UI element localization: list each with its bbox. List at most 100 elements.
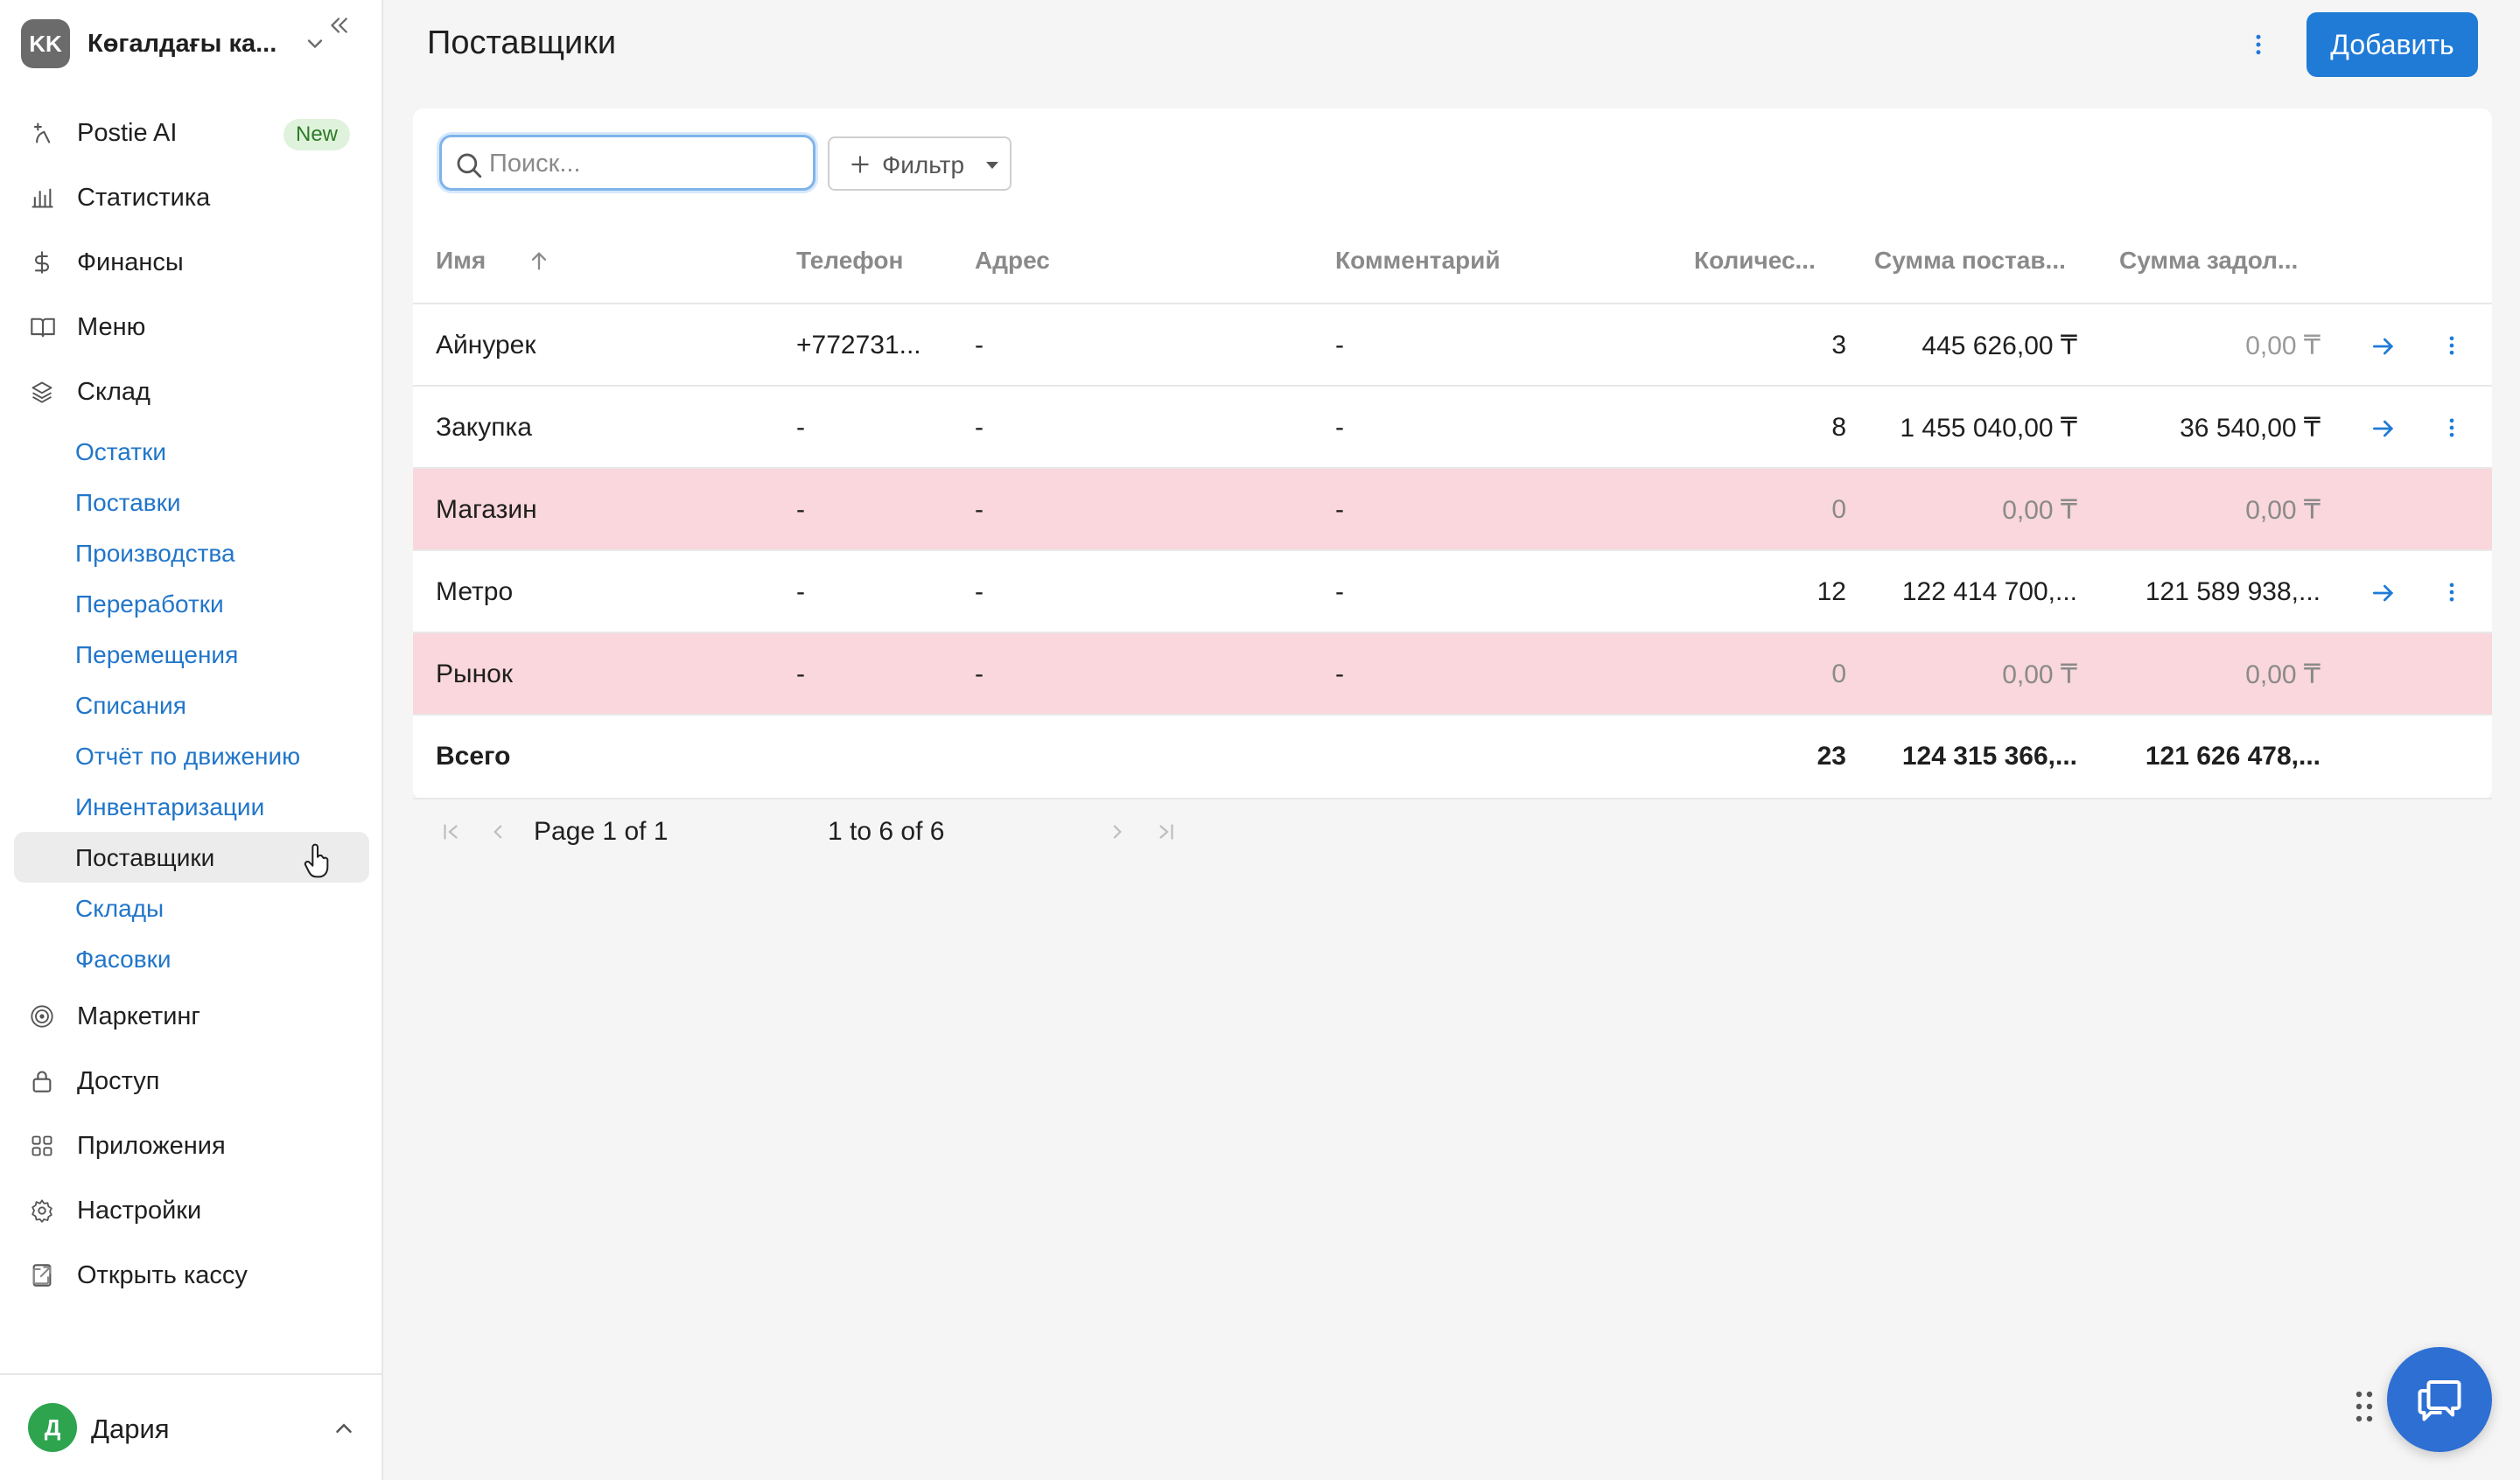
more-vertical-icon[interactable] xyxy=(2440,577,2464,607)
prev-page-icon[interactable] xyxy=(486,820,509,843)
subnav-label: Фасовки xyxy=(75,946,172,973)
search-box[interactable] xyxy=(439,135,816,191)
search-input[interactable] xyxy=(489,146,804,181)
cell-address: - xyxy=(975,495,984,524)
cell-comment: - xyxy=(1335,660,1344,688)
column-header-phone[interactable]: Телефон xyxy=(796,247,903,275)
table-row[interactable]: Рынок - - - 0 0,00 ₸ 0,00 ₸ xyxy=(413,632,2492,714)
cell-comment: - xyxy=(1335,413,1344,442)
subnav-item-processing[interactable]: Переработки xyxy=(14,578,369,629)
collapse-sidebar-icon[interactable] xyxy=(326,12,352,38)
table-row[interactable]: Закупка - - - 8 1 455 040,00 ₸ 36 540,00… xyxy=(413,385,2492,467)
grid-icon xyxy=(30,1134,54,1158)
book-icon xyxy=(30,315,55,339)
subnav-item-warehouses[interactable]: Склады xyxy=(14,883,369,933)
column-header-name[interactable]: Имя xyxy=(436,247,547,275)
current-page: 1 xyxy=(602,817,618,846)
subnav-item-stock[interactable]: Остатки xyxy=(14,426,369,477)
add-button[interactable]: Добавить xyxy=(2306,12,2478,77)
cell-debt-sum: 0,00 ₸ xyxy=(2245,660,2320,689)
column-header-count[interactable]: Количес... xyxy=(1694,247,1816,275)
sidebar-item-marketing[interactable]: Маркетинг xyxy=(14,990,369,1043)
cell-phone: - xyxy=(796,660,805,688)
cell-supply-sum: 0,00 ₸ xyxy=(2002,660,2077,689)
hand-cursor-icon xyxy=(303,841,332,880)
external-link-icon xyxy=(30,1263,54,1288)
subnav-item-inventory[interactable]: Инвентаризации xyxy=(14,781,369,832)
page-indicator: Page 1 of 1 xyxy=(534,817,668,847)
subnav-item-transfers[interactable]: Перемещения xyxy=(14,629,369,680)
column-header-supply-sum[interactable]: Сумма постав... xyxy=(1874,247,2066,275)
more-vertical-icon[interactable] xyxy=(2440,413,2464,443)
total-supply-sum: 124 315 366,... xyxy=(1901,742,2077,771)
cell-comment: - xyxy=(1335,331,1344,360)
sidebar-item-label: Статистика xyxy=(77,183,211,212)
pagination: Page 1 of 1 1 to 6 of 6 xyxy=(413,803,1288,855)
arrow-right-icon[interactable] xyxy=(2370,579,2398,607)
arrow-right-icon[interactable] xyxy=(2370,332,2398,360)
user-menu[interactable]: Д Дария xyxy=(0,1373,383,1480)
more-vertical-icon[interactable] xyxy=(2440,331,2464,360)
sidebar-item-menu[interactable]: Меню xyxy=(14,301,369,353)
last-page-icon[interactable] xyxy=(1155,820,1178,843)
gear-icon xyxy=(30,1198,54,1223)
sidebar-item-postie-ai[interactable]: Postie AI New xyxy=(14,107,369,159)
next-page-icon[interactable] xyxy=(1106,820,1129,843)
sidebar-item-warehouse[interactable]: Склад xyxy=(14,366,369,418)
subnav-label: Поставки xyxy=(75,489,181,516)
chat-button[interactable] xyxy=(2387,1347,2492,1452)
table-row[interactable]: Айнурек +772731... - - 3 445 626,00 ₸ 0,… xyxy=(413,303,2492,385)
sidebar-item-access[interactable]: Доступ xyxy=(14,1055,369,1107)
total-pages: 1 xyxy=(653,817,668,846)
cell-phone: - xyxy=(796,413,805,442)
filter-button[interactable]: Фильтр xyxy=(828,136,1012,191)
caret-down-icon xyxy=(985,161,999,170)
subnav-label: Перемещения xyxy=(75,641,239,668)
chevron-up-icon[interactable] xyxy=(331,1415,357,1442)
cell-count: 3 xyxy=(1831,331,1846,360)
sidebar-item-settings[interactable]: Настройки xyxy=(14,1184,369,1237)
cell-count: 0 xyxy=(1831,660,1846,688)
column-header-debt-sum[interactable]: Сумма задол... xyxy=(2119,247,2298,275)
sidebar-item-finance[interactable]: Финансы xyxy=(14,236,369,289)
subnav-item-packaging[interactable]: Фасовки xyxy=(14,933,369,984)
cell-name: Айнурек xyxy=(436,331,536,360)
column-header-comment[interactable]: Комментарий xyxy=(1335,247,1501,275)
cell-comment: - xyxy=(1335,577,1344,606)
subnav-label: Списания xyxy=(75,692,186,719)
first-page-icon[interactable] xyxy=(439,820,462,843)
total-count: 23 xyxy=(1816,742,1846,771)
table-row[interactable]: Метро - - - 12 122 414 700,... 121 589 9… xyxy=(413,549,2492,632)
sidebar-item-statistics[interactable]: Статистика xyxy=(14,171,369,224)
layers-icon xyxy=(30,380,54,404)
subnav-item-writeoffs[interactable]: Списания xyxy=(14,680,369,730)
range-indicator: 1 to 6 of 6 xyxy=(828,817,945,846)
sidebar-item-apps[interactable]: Приложения xyxy=(14,1120,369,1172)
drag-handle-icon[interactable] xyxy=(2354,1389,2375,1424)
table-row[interactable]: Магазин - - - 0 0,00 ₸ 0,00 ₸ xyxy=(413,467,2492,549)
subnav-label: Поставщики xyxy=(75,844,215,871)
arrow-right-icon[interactable] xyxy=(2370,415,2398,443)
chevron-down-icon[interactable] xyxy=(303,31,327,56)
sidebar-item-open-register[interactable]: Открыть кассу xyxy=(14,1249,369,1302)
sidebar-item-label: Финансы xyxy=(77,248,184,276)
cell-phone: - xyxy=(796,495,805,524)
bar-chart-icon xyxy=(30,185,54,210)
more-vertical-icon[interactable] xyxy=(2245,30,2272,59)
org-switcher[interactable]: KK Көгалдағы ка... xyxy=(21,19,362,68)
subnav-item-production[interactable]: Производства xyxy=(14,527,369,578)
sidebar-item-label: Postie AI xyxy=(77,118,178,147)
column-header-address[interactable]: Адрес xyxy=(975,247,1050,275)
subnav-item-supplies[interactable]: Поставки xyxy=(14,477,369,527)
user-avatar: Д xyxy=(28,1403,77,1452)
sidebar: KK Көгалдағы ка... Postie AI New Статист… xyxy=(0,0,383,1480)
cell-name: Закупка xyxy=(436,413,532,442)
cell-supply-sum: 445 626,00 ₸ xyxy=(1922,332,2077,360)
plus-icon xyxy=(849,153,872,176)
subnav-label: Склады xyxy=(75,895,164,922)
cell-comment: - xyxy=(1335,495,1344,524)
subnav-item-movement-report[interactable]: Отчёт по движению xyxy=(14,730,369,781)
cell-debt-sum: 36 540,00 ₸ xyxy=(2180,414,2320,443)
sidebar-item-label: Приложения xyxy=(77,1131,226,1160)
chat-icon xyxy=(2413,1373,2466,1426)
